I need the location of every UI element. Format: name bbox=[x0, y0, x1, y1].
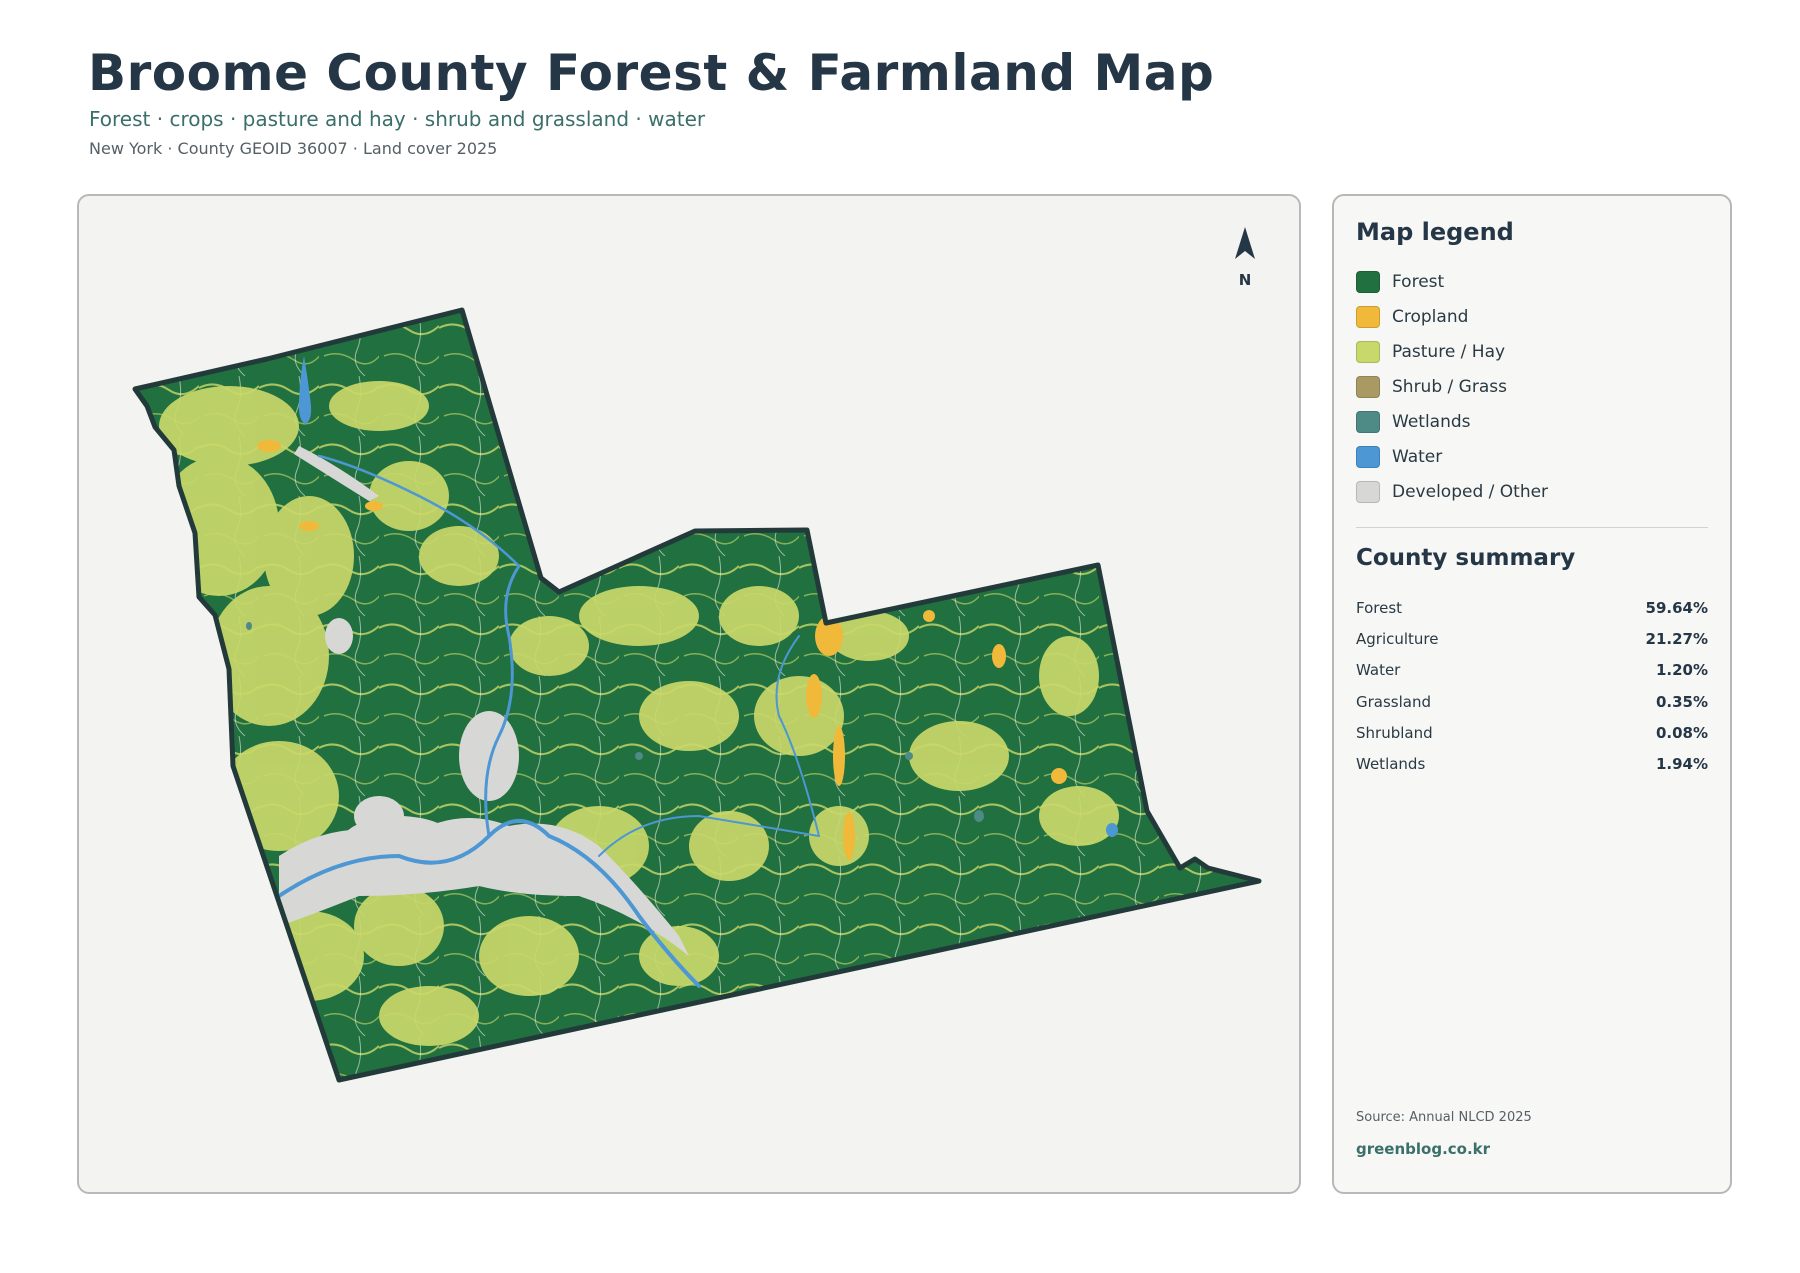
legend-swatch bbox=[1356, 410, 1380, 433]
legend-item: Developed / Other bbox=[1356, 474, 1548, 509]
map-panel[interactable] bbox=[77, 194, 1301, 1194]
north-arrow: N bbox=[1225, 225, 1265, 289]
legend-swatch bbox=[1356, 445, 1380, 468]
summary-row: Shrubland 0.08% bbox=[1356, 717, 1708, 748]
page-title: Broome County Forest & Farmland Map bbox=[88, 44, 1215, 102]
summary-title: County summary bbox=[1356, 545, 1576, 571]
legend-title: Map legend bbox=[1356, 218, 1514, 246]
source-note: Source: Annual NLCD 2025 bbox=[1356, 1110, 1532, 1125]
summary-row: Agriculture 21.27% bbox=[1356, 623, 1708, 654]
legend-label: Pasture / Hay bbox=[1392, 341, 1506, 362]
land-cover-raster bbox=[135, 310, 1259, 1080]
legend-swatch bbox=[1356, 375, 1380, 398]
legend-item: Pasture / Hay bbox=[1356, 334, 1548, 369]
legend-item: Forest bbox=[1356, 264, 1548, 299]
summary-row: Wetlands 1.94% bbox=[1356, 748, 1708, 779]
legend-label: Cropland bbox=[1392, 306, 1469, 327]
legend-label: Water bbox=[1392, 446, 1443, 467]
legend-label: Shrub / Grass bbox=[1392, 376, 1507, 397]
summary-value: 0.08% bbox=[1655, 723, 1708, 742]
legend-swatch bbox=[1356, 305, 1380, 328]
legend-item: Wetlands bbox=[1356, 404, 1548, 439]
legend-item: Cropland bbox=[1356, 299, 1548, 334]
summary-list: Forest 59.64% Agriculture 21.27% Water 1… bbox=[1356, 592, 1708, 780]
summary-name: Shrubland bbox=[1356, 723, 1433, 742]
legend-label: Developed / Other bbox=[1392, 481, 1549, 502]
page-subtitle: Forest · crops · pasture and hay · shrub… bbox=[89, 107, 706, 131]
summary-value: 59.64% bbox=[1645, 598, 1708, 617]
summary-name: Grassland bbox=[1356, 692, 1431, 711]
summary-name: Forest bbox=[1356, 598, 1403, 617]
summary-row: Water 1.20% bbox=[1356, 655, 1708, 686]
site-link[interactable]: greenblog.co.kr bbox=[1356, 1140, 1490, 1158]
summary-value: 1.94% bbox=[1655, 755, 1708, 774]
legend-swatch bbox=[1356, 480, 1380, 503]
north-arrow-icon bbox=[1235, 227, 1255, 259]
summary-name: Water bbox=[1356, 661, 1401, 680]
legend-label: Forest bbox=[1392, 271, 1445, 292]
north-label: N bbox=[1238, 271, 1252, 289]
legend-swatch bbox=[1356, 340, 1380, 363]
page-meta: New York · County GEOID 36007 · Land cov… bbox=[89, 139, 498, 158]
legend-label: Wetlands bbox=[1392, 411, 1471, 432]
legend-list: Forest Cropland Pasture / Hay Shrub / Gr… bbox=[1356, 264, 1548, 509]
legend-divider bbox=[1356, 527, 1708, 528]
summary-row: Forest 59.64% bbox=[1356, 592, 1708, 623]
county-map[interactable] bbox=[79, 196, 1301, 1194]
summary-value: 1.20% bbox=[1655, 661, 1708, 680]
summary-row: Grassland 0.35% bbox=[1356, 686, 1708, 717]
legend-item: Water bbox=[1356, 439, 1548, 474]
legend-panel: Map legend Forest Cropland Pasture / Hay… bbox=[1332, 194, 1732, 1194]
pond bbox=[1106, 823, 1118, 837]
legend-swatch bbox=[1356, 270, 1380, 293]
summary-value: 0.35% bbox=[1655, 692, 1708, 711]
summary-name: Agriculture bbox=[1356, 629, 1439, 648]
summary-value: 21.27% bbox=[1645, 629, 1708, 648]
summary-name: Wetlands bbox=[1356, 755, 1426, 774]
legend-item: Shrub / Grass bbox=[1356, 369, 1548, 404]
